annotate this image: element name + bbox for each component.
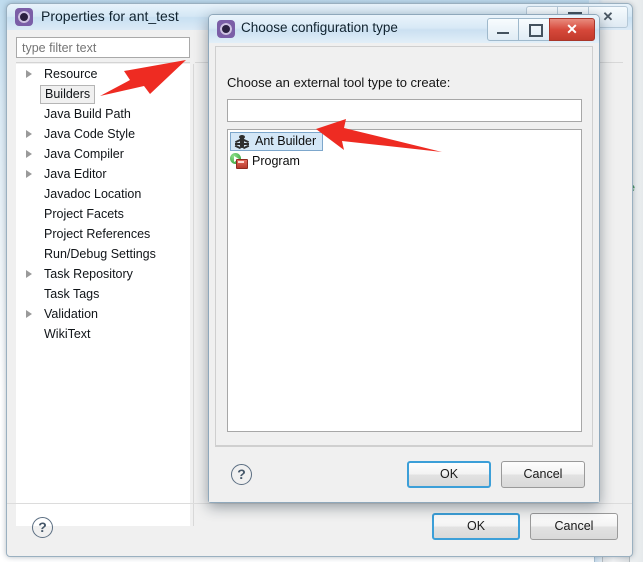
dialog-prompt-label: Choose an external tool type to create:	[227, 75, 451, 90]
dialog-title-bar[interactable]: Choose configuration type ✕	[209, 15, 599, 44]
tree-item-label: Validation	[44, 307, 98, 321]
dialog-help-button[interactable]: ?	[231, 464, 252, 485]
dialog-minimize-button[interactable]	[487, 18, 519, 41]
expand-arrow-icon[interactable]	[26, 70, 32, 78]
tree-item-resource[interactable]: Resource	[16, 64, 190, 84]
expand-arrow-icon[interactable]	[26, 130, 32, 138]
tree-item-label: Task Repository	[44, 267, 133, 281]
tree-item-wikitext[interactable]: WikiText	[16, 324, 190, 344]
expand-arrow-icon[interactable]	[26, 150, 32, 158]
expand-arrow-icon	[26, 90, 32, 98]
expand-arrow-icon	[26, 190, 32, 198]
expand-arrow-icon	[26, 110, 32, 118]
search-input[interactable]	[16, 37, 190, 58]
tree-item-label: Java Code Style	[44, 127, 136, 141]
tree-item-project-references[interactable]: Project References	[16, 224, 190, 244]
tree-item-label: Run/Debug Settings	[44, 247, 156, 261]
tree-item-java-compiler[interactable]: Java Compiler	[16, 144, 190, 164]
help-button[interactable]: ?	[32, 517, 53, 538]
tree-item-run-debug-settings[interactable]: Run/Debug Settings	[16, 244, 190, 264]
dialog-maximize-button[interactable]	[518, 18, 550, 41]
tree-item-javadoc-location[interactable]: Javadoc Location	[16, 184, 190, 204]
footer-divider	[7, 503, 632, 504]
tree-item-java-code-style[interactable]: Java Code Style	[16, 124, 190, 144]
tree-item-label: Builders	[40, 85, 96, 104]
tree-item-java-editor[interactable]: Java Editor	[16, 164, 190, 184]
tree-item-java-build-path[interactable]: Java Build Path	[16, 104, 190, 124]
eclipse-dialog-icon	[217, 20, 235, 38]
tree-item-builders[interactable]: Builders	[16, 84, 190, 104]
tree-item-task-repository[interactable]: Task Repository	[16, 264, 190, 284]
settings-tree[interactable]: Resource Builders Java Build Path Java C…	[16, 64, 190, 526]
tree-item-label: Java Editor	[44, 167, 107, 181]
expand-arrow-icon[interactable]	[26, 310, 32, 318]
ant-icon	[234, 135, 250, 150]
tree-item-label: Task Tags	[44, 287, 100, 301]
configuration-type-list[interactable]: Ant Builder Program	[227, 129, 582, 432]
tree-item-project-facets[interactable]: Project Facets	[16, 204, 190, 224]
list-item-label: Program	[252, 154, 300, 168]
dialog-title: Choose configuration type	[241, 20, 398, 35]
configuration-filter-input[interactable]	[227, 99, 582, 122]
list-item-program[interactable]: Program	[228, 151, 581, 171]
page-title: Properties for ant_test	[41, 8, 179, 24]
expand-arrow-icon	[26, 210, 32, 218]
close-icon: ✕	[566, 21, 578, 37]
tree-item-label: WikiText	[44, 327, 91, 341]
tree-item-label: Project References	[44, 227, 151, 241]
ok-button[interactable]: OK	[432, 513, 520, 540]
list-item-ant-builder[interactable]: Ant Builder	[230, 132, 324, 151]
tree-item-label: Java Compiler	[44, 147, 124, 161]
expand-arrow-icon[interactable]	[26, 270, 32, 278]
dialog-footer-divider	[215, 446, 593, 447]
tree-item-validation[interactable]: Validation	[16, 304, 190, 324]
expand-arrow-icon	[26, 290, 32, 298]
maximize-icon	[529, 24, 543, 37]
list-item-label: Ant Builder	[255, 134, 317, 148]
expand-arrow-icon[interactable]	[26, 170, 32, 178]
tree-item-label: Javadoc Location	[44, 187, 142, 201]
tree-divider	[16, 62, 190, 63]
eclipse-properties-icon	[15, 8, 33, 26]
choose-configuration-type-dialog: Choose configuration type ✕ Choose an ex…	[208, 14, 600, 503]
dialog-cancel-button[interactable]: Cancel	[501, 461, 585, 488]
tree-item-label: Resource	[44, 67, 98, 81]
dialog-window-controls: ✕	[487, 18, 595, 41]
cancel-button[interactable]: Cancel	[530, 513, 618, 540]
panel-sash[interactable]	[193, 64, 194, 526]
dialog-body: Choose an external tool type to create:	[209, 43, 599, 502]
dialog-ok-button[interactable]: OK	[407, 461, 491, 488]
minimize-icon	[497, 32, 509, 34]
tree-item-label: Java Build Path	[44, 107, 131, 121]
expand-arrow-icon	[26, 330, 32, 338]
dialog-close-button[interactable]: ✕	[549, 18, 595, 41]
expand-arrow-icon	[26, 250, 32, 258]
program-icon	[230, 153, 248, 169]
tree-item-task-tags[interactable]: Task Tags	[16, 284, 190, 304]
screen: ✕ e 1 Properties for ant_test ✕	[0, 0, 643, 562]
expand-arrow-icon	[26, 230, 32, 238]
tree-item-label: Project Facets	[44, 207, 124, 221]
